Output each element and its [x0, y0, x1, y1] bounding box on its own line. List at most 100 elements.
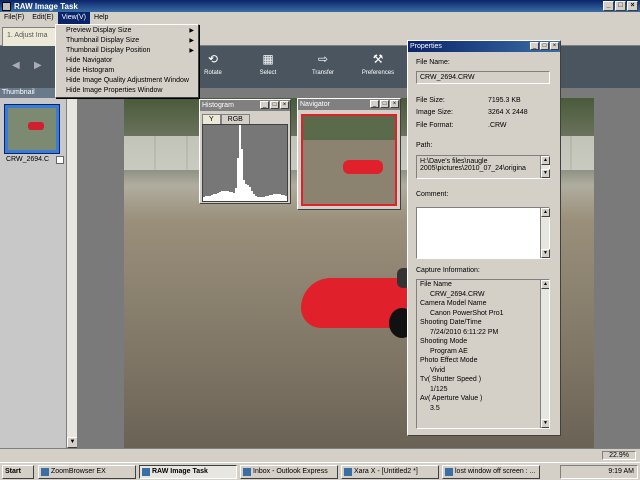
comment-scroll-up-icon[interactable]: ▲: [541, 208, 550, 217]
view-menu-item-label: Preview Display Size: [66, 27, 132, 34]
transfer-button[interactable]: ⇨ Transfer: [299, 52, 347, 76]
view-menu-item-label: Thumbnail Display Position: [66, 47, 151, 54]
thumbnail-scrollbar[interactable]: ▲ ▼: [66, 88, 78, 448]
tab-rgb[interactable]: RGB: [220, 114, 250, 124]
app-icon: [2, 1, 11, 11]
tab-adjust-image[interactable]: 1. Adjust Ima: [2, 27, 62, 46]
histogram-minimize-button[interactable]: _: [260, 101, 269, 109]
file-format-value: .CRW: [488, 122, 507, 129]
window-titlebar: RAW Image Task _ □ ×: [0, 0, 640, 12]
histogram-maximize-button[interactable]: □: [270, 101, 279, 109]
thumbnail-filename: CRW_2694.C: [6, 156, 50, 163]
submenu-arrow-icon: ▶: [189, 48, 194, 54]
properties-controls: _ □ ×: [530, 42, 559, 50]
capture-info-value: 7/24/2010 6:11:22 PM: [430, 328, 499, 336]
window-title: RAW Image Task: [14, 1, 78, 11]
properties-title: Properties: [410, 43, 442, 50]
thumbnail-checkbox[interactable]: [56, 156, 64, 164]
navigator-minimize-button[interactable]: _: [370, 100, 379, 108]
thumbnail-item[interactable]: [4, 104, 60, 154]
rotate-label: Rotate: [204, 70, 222, 76]
capture-info-value: 3.5: [430, 404, 440, 412]
path-field: H:\Dave's files\naugle 2005\pictures\201…: [416, 155, 550, 179]
image-size-value: 3264 X 2448: [488, 109, 528, 116]
comment-field[interactable]: ▲ ▼: [416, 207, 550, 259]
capture-scrollbar[interactable]: ▲ ▼: [540, 280, 549, 428]
tab-y[interactable]: Y: [202, 114, 221, 124]
capture-info-box: File Name CRW_2694.CRW Camera Model Name Ca…: [416, 279, 550, 429]
back-arrow-icon[interactable]: ◀: [12, 60, 20, 71]
navigator-kart: [343, 160, 383, 174]
view-menu-item[interactable]: Preview Display Size ▶: [56, 26, 198, 36]
task-lost-window[interactable]: lost window off screen : ...: [442, 465, 540, 479]
comment-scrollbar[interactable]: ▲ ▼: [540, 208, 550, 258]
menu-file[interactable]: File(F): [0, 12, 28, 24]
path-scroll-down-icon[interactable]: ▼: [541, 169, 550, 178]
view-menu-item[interactable]: Hide Navigator: [56, 56, 198, 66]
capture-info-value: Program AE: [430, 347, 468, 355]
task-xara[interactable]: Xara X - [Untitled2 *]: [341, 465, 439, 479]
menu-view[interactable]: View(V): [57, 12, 91, 24]
preferences-button[interactable]: ⚒ Preferences: [354, 52, 402, 76]
navigator-maximize-button[interactable]: □: [380, 100, 389, 108]
view-menu-item[interactable]: Hide Histogram: [56, 66, 198, 76]
start-button[interactable]: Start: [2, 465, 34, 479]
histogram-titlebar[interactable]: Histogram _ □ ×: [200, 100, 290, 111]
properties-maximize-button[interactable]: □: [540, 42, 549, 50]
navigator-sky: [303, 116, 395, 140]
capture-info-key: Camera Model Name: [420, 300, 487, 307]
properties-close-button[interactable]: ×: [550, 42, 559, 50]
minimize-button[interactable]: _: [603, 1, 614, 11]
view-menu-item-label: Hide Image Quality Adjustment Window: [66, 77, 189, 84]
path-scroll-up-icon[interactable]: ▲: [541, 156, 550, 165]
maximize-button[interactable]: □: [615, 1, 626, 11]
view-menu-item[interactable]: Hide Image Quality Adjustment Window: [56, 76, 198, 86]
transfer-icon: ⇨: [317, 52, 329, 66]
thumbnail-pane: CRW_2694.C: [0, 98, 66, 448]
navigator-close-button[interactable]: ×: [390, 100, 399, 108]
view-menu-item-label: Hide Histogram: [66, 67, 115, 74]
view-menu-item-label: Thumbnail Display Size: [66, 37, 140, 44]
file-name-label: File Name:: [416, 59, 450, 66]
menu-help[interactable]: Help: [90, 12, 112, 24]
capture-info-value: CRW_2694.CRW: [430, 290, 485, 298]
histogram-close-button[interactable]: ×: [280, 101, 289, 109]
navigator-window: Navigator _ □ ×: [297, 98, 401, 210]
view-menu-item[interactable]: Hide Image Properties Window: [56, 86, 198, 96]
view-menu-item[interactable]: Thumbnail Display Position ▶: [56, 46, 198, 56]
path-line-1: H:\Dave's files\naugle: [420, 158, 488, 165]
navigator-viewport[interactable]: [301, 114, 397, 206]
select-button[interactable]: ▦ Select: [244, 52, 292, 76]
forward-arrow-icon[interactable]: ▶: [34, 60, 42, 71]
task-raw-image[interactable]: RAW Image Task: [139, 465, 237, 479]
file-format-label: File Format:: [416, 122, 454, 129]
menu-edit[interactable]: Edit(E): [28, 12, 57, 24]
properties-titlebar[interactable]: Properties _ □ ×: [408, 41, 560, 52]
task-zoombrowser[interactable]: ZoomBrowser EX: [38, 465, 136, 479]
comment-label: Comment:: [416, 191, 449, 198]
close-button[interactable]: ×: [627, 1, 638, 11]
histogram-bar: [287, 196, 288, 201]
clock: 9:19 AM: [608, 468, 634, 475]
capture-info-key: Shooting Date/Time: [420, 319, 482, 326]
navigator-title: Navigator: [300, 101, 330, 108]
comment-scroll-down-icon[interactable]: ▼: [541, 249, 550, 258]
capture-scroll-up-icon[interactable]: ▲: [541, 280, 549, 289]
view-menu-item-label: Hide Navigator: [66, 57, 113, 64]
file-size-value: 7195.3 KB: [488, 97, 521, 104]
taskbar: Start ZoomBrowser EX RAW Image Task Inbo…: [0, 462, 640, 480]
preferences-label: Preferences: [361, 70, 395, 76]
properties-minimize-button[interactable]: _: [530, 42, 539, 50]
capture-scroll-down-icon[interactable]: ▼: [541, 419, 549, 428]
path-scrollbar[interactable]: ▲ ▼: [540, 156, 550, 178]
view-menu-item[interactable]: Thumbnail Display Size ▶: [56, 36, 198, 46]
path-line-2: 2005\pictures\2010_07_24\origina: [420, 165, 526, 172]
histogram-title: Histogram: [202, 102, 234, 109]
capture-info-key: Tv( Shutter Speed ): [420, 376, 482, 383]
path-label: Path:: [416, 142, 433, 149]
view-menu-item-label: Hide Image Properties Window: [66, 87, 163, 94]
histogram-tabs: Y RGB: [202, 114, 288, 124]
navigator-titlebar[interactable]: Navigator _ □ ×: [298, 99, 400, 110]
capture-info-key: Photo Effect Mode: [420, 357, 478, 364]
task-outlook[interactable]: Inbox - Outlook Express: [240, 465, 338, 479]
